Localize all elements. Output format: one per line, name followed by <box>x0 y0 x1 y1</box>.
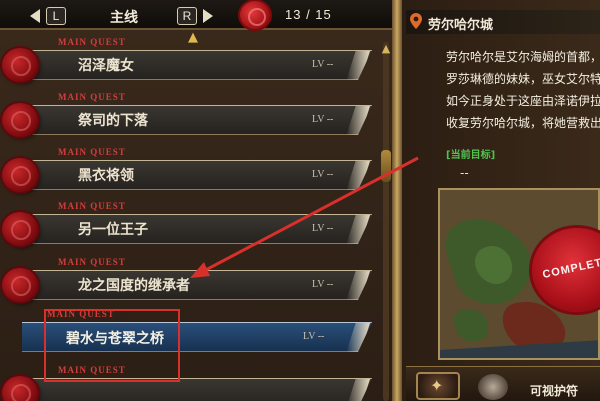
description-line: 收复劳尔哈尔城，将她营救出 <box>446 116 600 130</box>
quest-name: 黑衣将领 <box>78 168 134 184</box>
description-line: 如今正身处于这座由泽诺伊拉 <box>446 94 600 108</box>
visible-charm-label: 可视护符 <box>530 384 579 398</box>
wax-seal-icon <box>2 103 38 137</box>
quest-level: LV -- <box>312 169 334 180</box>
quest-item[interactable]: MAIN QUEST 祭司的下落 LV -- <box>0 89 380 139</box>
quest-description: 劳尔哈尔是艾尔海姆的首都， 罗莎琳德的妹妹，巫女艾尔特 如今正身处于这座由泽诺伊… <box>446 46 600 134</box>
quest-category-bar: L 主线 R 13 / 15 <box>0 0 392 30</box>
quest-item[interactable]: MAIN QUEST 另一位王子 LV -- <box>0 198 380 248</box>
quest-type-label: MAIN QUEST <box>58 257 126 267</box>
r-shoulder-button[interactable]: R <box>177 7 197 25</box>
quest-progress-counter: 13 / 15 <box>285 7 332 22</box>
arrow-left-icon[interactable] <box>30 9 40 23</box>
charm-emblem-icon[interactable] <box>416 372 460 400</box>
quest-name: 龙之国度的继承者 <box>78 278 190 294</box>
quest-item[interactable]: MAIN QUEST 黑衣将领 LV -- <box>0 144 380 194</box>
quest-level: LV -- <box>312 279 334 290</box>
quest-name: 祭司的下落 <box>78 113 148 129</box>
scrollbar-track[interactable] <box>383 42 389 401</box>
l-shoulder-button[interactable]: L <box>46 7 66 25</box>
quest-item[interactable]: MAIN QUEST 沼泽魔女 LV -- <box>0 34 380 84</box>
location-title: 劳尔哈尔城 <box>428 18 494 33</box>
tab-main-quest[interactable]: 主线 <box>110 7 138 27</box>
arrow-right-icon[interactable] <box>203 9 213 23</box>
scrollbar-thumb[interactable] <box>381 150 391 182</box>
quest-level: LV -- <box>303 331 325 342</box>
quest-item[interactable]: MAIN QUEST 龙之国度的继承者 LV -- <box>0 254 380 304</box>
quest-list-panel: L 主线 R 13 / 15 ▲ ▲ MAIN QUEST 沼泽魔女 LV --… <box>0 0 392 401</box>
wax-seal-icon <box>2 268 38 302</box>
scrollbar-up-arrow-icon[interactable]: ▲ <box>379 42 392 56</box>
quest-name: 另一位王子 <box>78 222 148 238</box>
charm-badge-icon[interactable] <box>478 374 508 400</box>
quest-type-label: MAIN QUEST <box>58 201 126 211</box>
quest-level: LV -- <box>312 59 334 70</box>
description-line: 劳尔哈尔是艾尔海姆的首都， <box>446 50 600 64</box>
annotation-highlight-box <box>44 309 180 382</box>
quest-level: LV -- <box>312 114 334 125</box>
wax-seal-icon <box>2 212 38 246</box>
panel-divider <box>392 0 402 401</box>
location-pin-icon <box>410 13 422 29</box>
wax-seal-icon <box>240 1 270 29</box>
description-line: 罗莎琳德的妹妹，巫女艾尔特 <box>446 72 600 86</box>
wax-seal-icon <box>2 48 38 82</box>
quest-level: LV -- <box>312 223 334 234</box>
wax-seal-icon <box>2 158 38 192</box>
quest-name: 沼泽魔女 <box>78 58 134 74</box>
quest-type-label: MAIN QUEST <box>58 37 126 47</box>
quest-type-label: MAIN QUEST <box>58 92 126 102</box>
quest-type-label: MAIN QUEST <box>58 147 126 157</box>
current-goal-value: -- <box>460 166 469 180</box>
current-goal-label: [当前目标] <box>446 150 496 161</box>
